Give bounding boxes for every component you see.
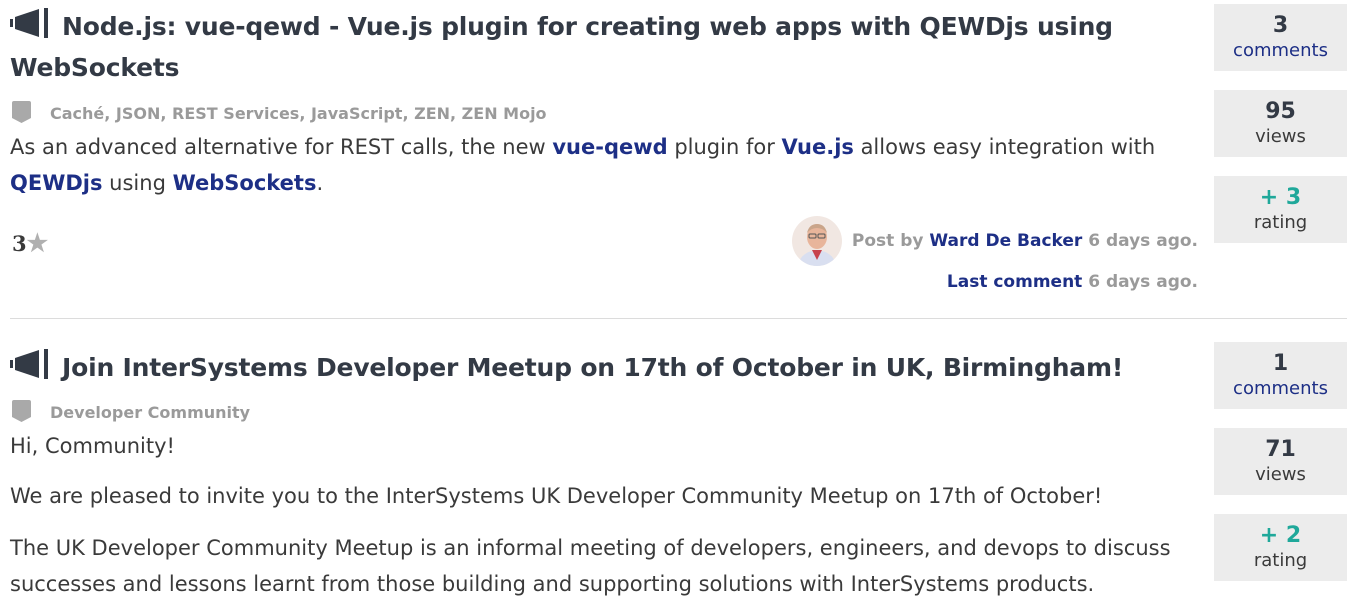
star-rating[interactable]: 3★ [12, 228, 48, 257]
views-count: 95 [1265, 99, 1296, 124]
post-tags-list[interactable]: Caché, JSON, REST Services, JavaScript, … [50, 104, 547, 123]
star-icon[interactable]: ★ [27, 228, 49, 257]
link-vue-qewd[interactable]: vue-qewd [552, 135, 667, 159]
post-title[interactable]: Node.js: vue-qewd - Vue.js plugin for cr… [10, 8, 1180, 87]
post-tags: Developer Community [12, 400, 250, 426]
megaphone-icon [10, 349, 52, 390]
posted-ago: 6 days ago. [1088, 231, 1198, 251]
star-rating-count: 3 [12, 231, 27, 256]
rating-stat: + 3 rating [1214, 176, 1347, 243]
post-by-label: Post by [851, 231, 924, 251]
post-paragraph: We are pleased to invite you to the Inte… [10, 484, 1103, 508]
comments-count: 1 [1272, 351, 1289, 376]
rating-label: rating [1253, 550, 1308, 571]
comments-label[interactable]: comments [1214, 38, 1347, 64]
author-link[interactable]: Ward De Backer [929, 231, 1082, 251]
post-title[interactable]: Join InterSystems Developer Meetup on 17… [10, 349, 1180, 390]
rating-count: + 2 [1259, 523, 1302, 548]
post-description: As an advanced alternative for REST call… [10, 129, 1180, 201]
last-comment-line: Last comment 6 days ago. [947, 272, 1198, 292]
desc-text: plugin for [667, 135, 782, 159]
post-title-text[interactable]: Node.js: vue-qewd - Vue.js plugin for cr… [10, 12, 1113, 82]
desc-text: As an advanced alternative for REST call… [10, 135, 553, 159]
views-stat: 71 views [1214, 428, 1347, 495]
last-comment-link[interactable]: Last comment [947, 272, 1082, 292]
desc-text: allows easy integration with [853, 135, 1156, 159]
post-tags: Caché, JSON, REST Services, JavaScript, … [12, 101, 547, 127]
comments-label[interactable]: comments [1214, 376, 1347, 402]
desc-text: using [102, 171, 173, 195]
comments-stat[interactable]: 3 comments [1214, 4, 1347, 71]
views-count: 71 [1265, 437, 1296, 462]
post-title-text[interactable]: Join InterSystems Developer Meetup on 17… [62, 353, 1123, 382]
rating-count: + 3 [1259, 185, 1302, 210]
views-label: views [1255, 126, 1306, 147]
post-author-line: Post by Ward De Backer 6 days ago. [791, 215, 1198, 267]
link-websockets[interactable]: WebSockets [173, 171, 317, 195]
link-qewdjs[interactable]: QEWDjs [10, 171, 103, 195]
tag-icon [12, 101, 31, 127]
views-label: views [1255, 464, 1306, 485]
megaphone-icon [10, 8, 52, 49]
post-paragraph: Hi, Community! [10, 434, 175, 458]
rating-stat: + 2 rating [1214, 514, 1347, 581]
last-comment-ago: 6 days ago. [1088, 272, 1198, 292]
post-item: Node.js: vue-qewd - Vue.js plugin for cr… [0, 0, 1350, 318]
rating-label: rating [1253, 212, 1308, 233]
link-vuejs[interactable]: Vue.js [782, 135, 854, 159]
avatar[interactable] [791, 216, 842, 266]
tag-icon [12, 400, 31, 426]
views-stat: 95 views [1214, 90, 1347, 157]
post-tags-list[interactable]: Developer Community [50, 403, 250, 422]
post-item: Join InterSystems Developer Meetup on 17… [0, 319, 1350, 596]
desc-text: . [316, 171, 324, 195]
comments-count: 3 [1272, 13, 1289, 38]
comments-stat[interactable]: 1 comments [1214, 342, 1347, 409]
post-paragraph: The UK Developer Community Meetup is an … [10, 536, 1171, 596]
